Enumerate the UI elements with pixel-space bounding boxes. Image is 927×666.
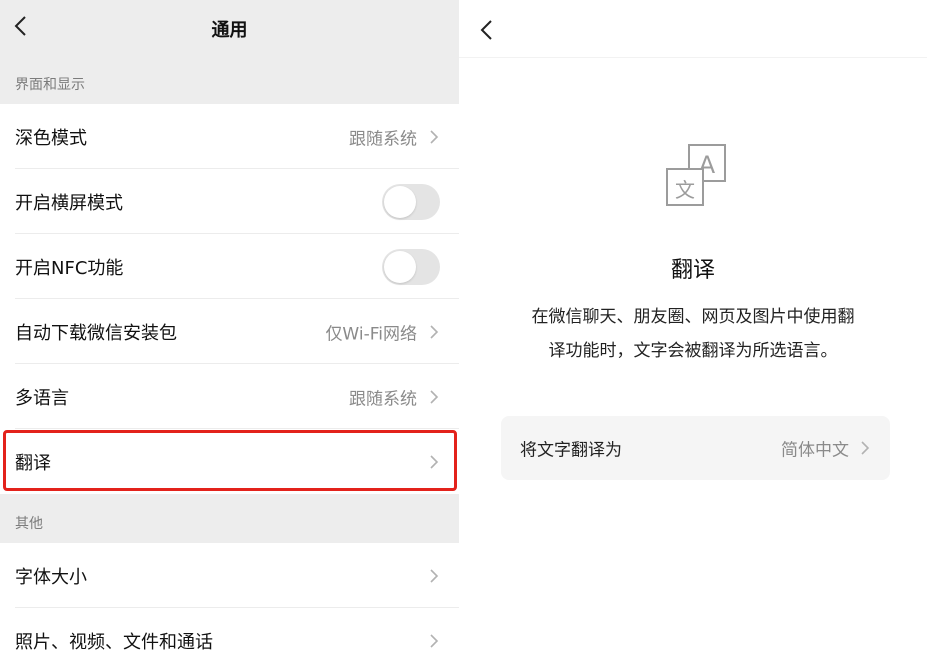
description-line-2: 译功能时，文字会被翻译为所选语言。 — [548, 341, 838, 361]
row-label: 多语言 — [15, 387, 69, 409]
row-landscape-mode: 开启横屏模式 — [0, 169, 459, 234]
row-value: 跟随系统 — [349, 129, 417, 149]
row-auto-download[interactable]: 自动下载微信安装包 仅Wi-Fi网络 — [0, 299, 459, 364]
general-settings-panel: 通用 界面和显示 深色模式 跟随系统 开启横屏模式 开启NFC功能 自动下载微信… — [0, 0, 459, 666]
toggle-knob — [384, 250, 416, 283]
row-media-files-calls[interactable]: 照片、视频、文件和通话 — [0, 608, 459, 666]
chevron-right-icon — [861, 441, 870, 455]
toggle-knob — [384, 185, 416, 218]
translate-title: 翻译 — [670, 258, 715, 283]
row-label: 开启NFC功能 — [15, 257, 124, 279]
translate-icon: A 文 — [666, 144, 726, 206]
translate-settings-panel: A 文 翻译 在微信聊天、朋友圈、网页及图片中使用翻 译功能时，文字会被翻译为所… — [459, 0, 927, 666]
row-label: 深色模式 — [15, 127, 87, 149]
page-title: 通用 — [211, 20, 248, 41]
row-translate[interactable]: 翻译 — [0, 429, 459, 494]
landscape-toggle[interactable] — [382, 183, 440, 220]
description-line-1: 在微信聊天、朋友圈、网页及图片中使用翻 — [531, 307, 855, 327]
row-value: 仅Wi-Fi网络 — [325, 324, 417, 344]
row-value: 跟随系统 — [349, 389, 417, 409]
row-label: 照片、视频、文件和通话 — [15, 631, 213, 653]
target-language-label: 将文字翻译为 — [520, 440, 622, 461]
row-font-size[interactable]: 字体大小 — [0, 543, 459, 608]
divider — [459, 57, 927, 58]
row-label: 开启横屏模式 — [15, 192, 123, 214]
row-label: 翻译 — [15, 452, 51, 474]
chevron-right-icon — [430, 324, 439, 339]
row-language[interactable]: 多语言 跟随系统 — [0, 364, 459, 429]
target-language-row[interactable]: 将文字翻译为 简体中文 — [501, 416, 890, 480]
display-settings-list: 深色模式 跟随系统 开启横屏模式 开启NFC功能 自动下载微信安装包 仅Wi-F… — [0, 104, 459, 494]
row-label: 自动下载微信安装包 — [15, 322, 177, 344]
chevron-right-icon — [430, 389, 439, 404]
row-label: 字体大小 — [15, 566, 87, 588]
section-header-other: 其他 — [15, 516, 43, 532]
chevron-right-icon — [430, 454, 439, 469]
nfc-toggle[interactable] — [382, 248, 440, 285]
other-settings-list: 字体大小 照片、视频、文件和通话 — [0, 543, 459, 666]
chevron-right-icon — [430, 568, 439, 583]
section-header-display: 界面和显示 — [15, 77, 85, 93]
translate-icon-char-wen: 文 — [675, 178, 695, 202]
row-dark-mode[interactable]: 深色模式 跟随系统 — [0, 104, 459, 169]
nav-bar: 通用 — [0, 0, 459, 56]
chevron-right-icon — [430, 129, 439, 144]
back-arrow-icon[interactable] — [475, 16, 499, 44]
target-language-value: 简体中文 — [781, 440, 849, 461]
chevron-right-icon — [430, 633, 439, 648]
translate-description: 在微信聊天、朋友圈、网页及图片中使用翻 译功能时，文字会被翻译为所选语言。 — [495, 300, 891, 368]
row-nfc: 开启NFC功能 — [0, 234, 459, 299]
